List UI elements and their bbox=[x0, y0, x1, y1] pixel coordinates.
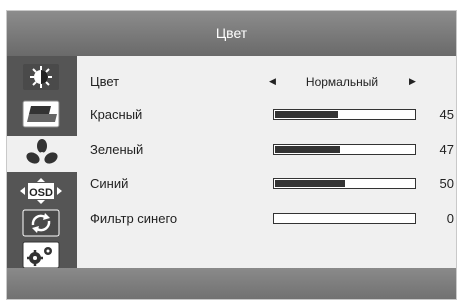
osd-icon-text: OSD bbox=[29, 187, 53, 199]
osd-settings-icon: OSD bbox=[20, 178, 62, 204]
system-settings-icon bbox=[22, 241, 60, 269]
color-mode-label: Цвет bbox=[90, 74, 120, 89]
sidebar-item-color[interactable] bbox=[7, 136, 77, 172]
red-label: Красный bbox=[90, 107, 143, 122]
color-settings-panel: Цвет ◀ Нормальный ▶ Красный 45 Зеленый 4… bbox=[77, 56, 456, 268]
osd-menu: Цвет OSD Цвет ◀ Нормальный ▶ Красный 45 … bbox=[6, 10, 457, 300]
blue-filter-slider[interactable] bbox=[273, 213, 416, 224]
red-row[interactable]: Красный 45 bbox=[77, 105, 456, 125]
green-slider-fill bbox=[275, 146, 341, 153]
blue-filter-value: 0 bbox=[446, 211, 454, 226]
red-slider-fill bbox=[275, 111, 338, 118]
blue-filter-label: Фильтр синего bbox=[90, 211, 178, 226]
red-value: 45 bbox=[439, 107, 454, 122]
color-mode-row[interactable]: Цвет ◀ Нормальный ▶ bbox=[77, 72, 456, 92]
sidebar-item-image[interactable] bbox=[15, 99, 67, 129]
green-value: 47 bbox=[439, 142, 454, 157]
arrow-left-icon[interactable]: ◀ bbox=[269, 76, 276, 87]
green-label: Зеленый bbox=[90, 142, 144, 157]
sidebar-item-system[interactable] bbox=[15, 240, 67, 270]
reset-icon bbox=[22, 209, 60, 237]
sidebar: OSD bbox=[7, 56, 77, 270]
green-row[interactable]: Зеленый 47 bbox=[77, 140, 456, 160]
blue-row[interactable]: Синий 50 bbox=[77, 174, 456, 194]
menu-title: Цвет bbox=[7, 11, 456, 56]
sidebar-item-reset[interactable] bbox=[15, 208, 67, 238]
red-slider[interactable] bbox=[273, 109, 416, 120]
arrow-right-icon[interactable]: ▶ bbox=[409, 76, 416, 87]
blue-slider[interactable] bbox=[273, 178, 416, 189]
sidebar-item-brightness[interactable] bbox=[15, 62, 67, 92]
color-icon bbox=[26, 139, 58, 164]
blue-label: Синий bbox=[90, 176, 129, 191]
footer-bar bbox=[7, 268, 456, 299]
image-adjust-icon bbox=[22, 100, 60, 128]
green-slider[interactable] bbox=[273, 144, 416, 155]
blue-value: 50 bbox=[439, 176, 454, 191]
blue-slider-fill bbox=[275, 180, 345, 187]
blue-filter-row[interactable]: Фильтр синего 0 bbox=[77, 209, 456, 229]
color-mode-value: Нормальный bbox=[305, 75, 379, 89]
brightness-contrast-icon bbox=[23, 64, 59, 90]
sidebar-item-osd[interactable]: OSD bbox=[15, 176, 67, 206]
